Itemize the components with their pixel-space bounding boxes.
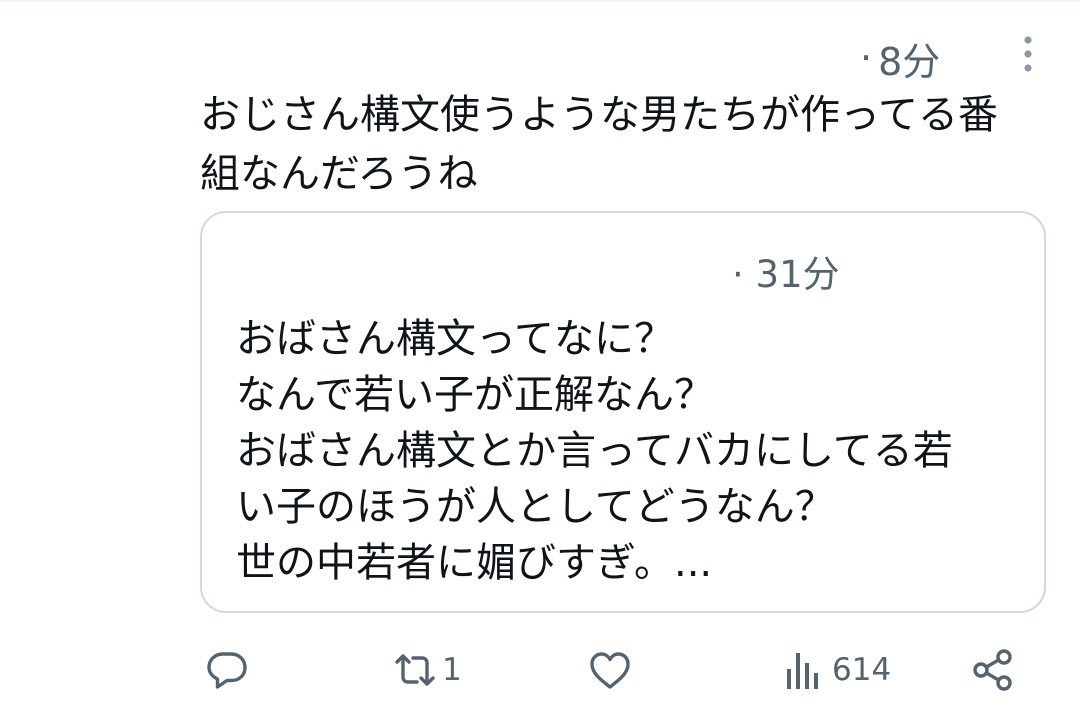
more-vertical-icon: [1024, 36, 1032, 72]
post-meta: · 8分: [860, 36, 940, 84]
like-icon: [590, 652, 630, 689]
quoted-post-card[interactable]: · 31分 おばさん構文ってなに？ なんで若い子が正解なん？ おばさん構文とか言…: [200, 211, 1046, 613]
action-bar: 1 614: [0, 640, 1080, 700]
top-divider: [0, 0, 1080, 2]
post-text: おじさん構文使うような男たちが作ってる番 組なんだろうね: [200, 92, 998, 197]
share-button[interactable]: [970, 640, 1016, 700]
retweet-icon: [395, 654, 435, 686]
quoted-post-meta: · 31分: [732, 253, 840, 297]
retweet-count: 1: [442, 652, 462, 688]
like-button[interactable]: [587, 640, 633, 700]
separator-dot: ·: [860, 36, 873, 80]
more-options-button[interactable]: [1006, 30, 1050, 80]
reply-icon: [207, 652, 247, 689]
separator-dot: ·: [732, 253, 744, 296]
views-count: 614: [832, 652, 892, 688]
post-timestamp[interactable]: 8分: [878, 31, 940, 86]
quoted-post-timestamp: 31分: [755, 253, 840, 296]
views-icon: [787, 653, 818, 689]
views-button[interactable]: 614: [782, 640, 891, 700]
quoted-post-text: おばさん構文ってなに？ なんで若い子が正解なん？ おばさん構文とか言ってバカにし…: [236, 316, 953, 586]
retweet-button[interactable]: 1: [392, 640, 462, 700]
share-icon: [973, 649, 1012, 691]
reply-button[interactable]: [204, 640, 250, 700]
